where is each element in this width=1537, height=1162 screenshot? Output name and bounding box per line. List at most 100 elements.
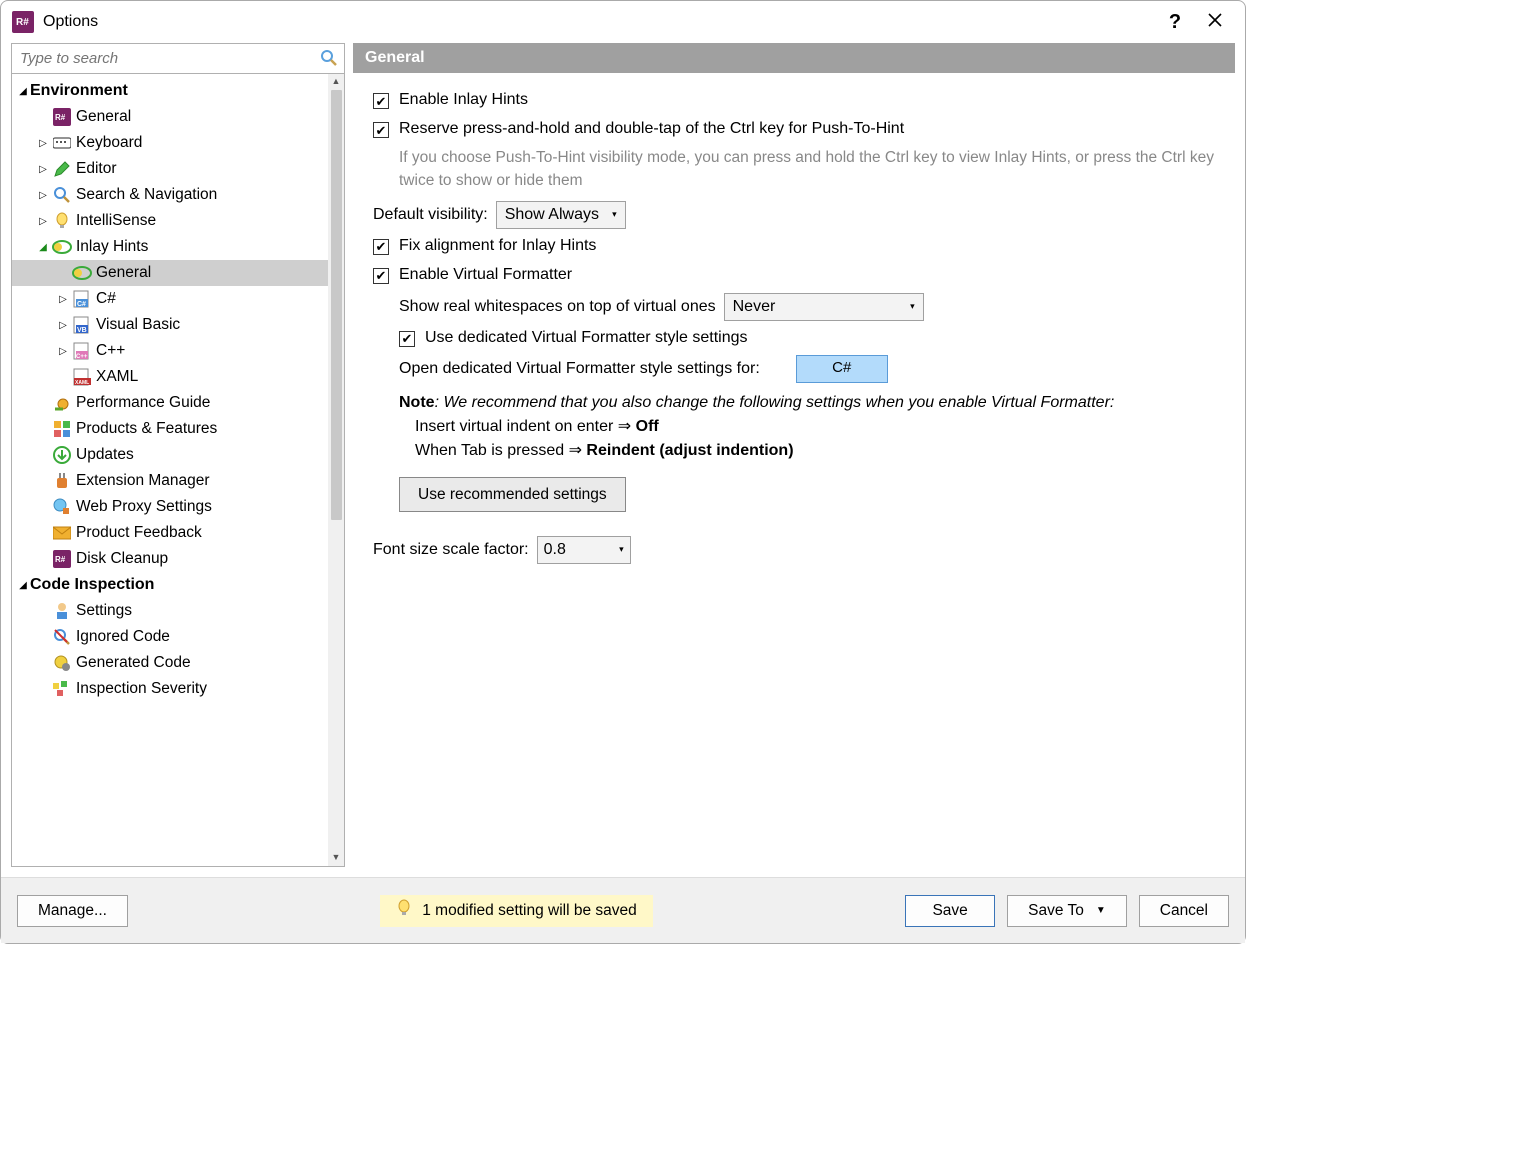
enable-vf-checkbox[interactable]: ✔ [373, 268, 389, 284]
hint-toggle-icon [72, 263, 92, 283]
bulb-icon [396, 899, 412, 922]
hint-toggle-icon [52, 237, 72, 257]
gear-star-icon [52, 653, 72, 673]
svg-text:VB: VB [77, 327, 87, 334]
tree-item-perfguide[interactable]: ▷Performance Guide [12, 390, 328, 416]
reserve-ctrl-checkbox[interactable]: ✔ [373, 122, 389, 138]
save-button[interactable]: Save [905, 895, 995, 927]
globe-plug-icon [52, 497, 72, 517]
cancel-button[interactable]: Cancel [1139, 895, 1229, 927]
open-dedicated-row: Open dedicated Virtual Formatter style s… [399, 355, 1215, 383]
tree-item-updates[interactable]: ▷Updates [12, 442, 328, 468]
chevron-down-icon: ▾ [619, 543, 624, 557]
close-button[interactable] [1195, 13, 1235, 32]
default-visibility-row: Default visibility: Show Always▾ [373, 201, 1215, 229]
tree-item-keyboard[interactable]: ▷Keyboard [12, 130, 328, 156]
note-item-2: When Tab is pressed ⇒ Reindent (adjust i… [415, 439, 1215, 463]
tree-item-editor[interactable]: ▷Editor [12, 156, 328, 182]
note-block: Note: We recommend that you also change … [399, 391, 1215, 463]
tree-item-vb[interactable]: ▷VBVisual Basic [12, 312, 328, 338]
show-real-ws-select[interactable]: Never▾ [724, 293, 924, 321]
tree-panel: ◢Environment ▷R#General ▷Keyboard ▷Edito… [11, 43, 345, 867]
enable-inlay-label: Enable Inlay Hints [399, 88, 528, 112]
tree-item-csharp[interactable]: ▷C#C# [12, 286, 328, 312]
csharp-file-icon: C# [72, 289, 92, 309]
grid-icon [52, 419, 72, 439]
font-scale-row: Font size scale factor: 0.8▾ [373, 536, 1215, 564]
vb-file-icon: VB [72, 315, 92, 335]
tree-item-inlayhints[interactable]: ◢Inlay Hints [12, 234, 328, 260]
search-box [12, 44, 344, 74]
plugin-icon [52, 471, 72, 491]
use-dedicated-row: ✔ Use dedicated Virtual Formatter style … [399, 326, 1215, 350]
keyboard-icon [52, 133, 72, 153]
svg-text:XAML: XAML [75, 380, 89, 386]
title-bar: R# Options ? [1, 1, 1245, 43]
person-icon [52, 601, 72, 621]
show-real-ws-row: Show real whitespaces on top of virtual … [399, 293, 1215, 321]
tree-item-ci-generated[interactable]: ▷Generated Code [12, 650, 328, 676]
enable-vf-row: ✔ Enable Virtual Formatter [373, 263, 1215, 287]
enable-inlay-checkbox[interactable]: ✔ [373, 93, 389, 109]
tree-item-products[interactable]: ▷Products & Features [12, 416, 328, 442]
snail-icon [52, 393, 72, 413]
use-recommended-button[interactable]: Use recommended settings [399, 477, 626, 512]
note-item-1: Insert virtual indent on enter ⇒ Off [415, 415, 1215, 439]
download-icon [52, 445, 72, 465]
tree-item-cpp[interactable]: ▷C++C++ [12, 338, 328, 364]
font-scale-label: Font size scale factor: [373, 538, 529, 562]
svg-text:C++: C++ [76, 354, 88, 360]
tree-item-ci-settings[interactable]: ▷Settings [12, 598, 328, 624]
fix-alignment-label: Fix alignment for Inlay Hints [399, 234, 596, 258]
tree-item-intellisense[interactable]: ▷IntelliSense [12, 208, 328, 234]
note-text: : We recommend that you also change the … [435, 394, 1115, 411]
severity-icon [52, 679, 72, 699]
tree-item-general[interactable]: ▷R#General [12, 104, 328, 130]
fix-alignment-row: ✔ Fix alignment for Inlay Hints [373, 234, 1215, 258]
tree-item-searchnav[interactable]: ▷Search & Navigation [12, 182, 328, 208]
search-icon [320, 49, 338, 67]
open-csharp-button[interactable]: C# [796, 355, 888, 383]
svg-text:C#: C# [77, 301, 86, 308]
tree-item-ih-general[interactable]: ▷General [12, 260, 328, 286]
svg-text:R#: R# [55, 113, 66, 122]
tree-item-extmgr[interactable]: ▷Extension Manager [12, 468, 328, 494]
scroll-up-icon[interactable]: ▲ [330, 76, 342, 88]
status-text: 1 modified setting will be saved [422, 902, 637, 920]
chevron-down-icon: ▼ [1096, 905, 1106, 916]
status-banner: 1 modified setting will be saved [380, 895, 653, 927]
scrollbar-thumb[interactable] [331, 90, 342, 520]
settings-panel: General ✔ Enable Inlay Hints ✔ Reserve p… [353, 43, 1235, 867]
magnifier-cross-icon [52, 627, 72, 647]
tree-item-feedback[interactable]: ▷Product Feedback [12, 520, 328, 546]
bulb-icon [52, 211, 72, 231]
scroll-down-icon[interactable]: ▼ [330, 852, 342, 864]
open-dedicated-label: Open dedicated Virtual Formatter style s… [399, 357, 760, 381]
tree-item-proxy[interactable]: ▷Web Proxy Settings [12, 494, 328, 520]
panel-header: General [353, 43, 1235, 73]
font-scale-select[interactable]: 0.8▾ [537, 536, 631, 564]
tree-item-ci-ignored[interactable]: ▷Ignored Code [12, 624, 328, 650]
tree-scrollbar[interactable]: ▲ ▼ [328, 74, 344, 866]
tree-section-codeinspection[interactable]: ◢Code Inspection [12, 572, 328, 598]
help-button[interactable]: ? [1155, 11, 1195, 34]
use-dedicated-checkbox[interactable]: ✔ [399, 331, 415, 347]
use-dedicated-label: Use dedicated Virtual Formatter style se… [425, 326, 748, 350]
manage-button[interactable]: Manage... [17, 895, 128, 927]
note-title: Note [399, 394, 435, 411]
save-to-button[interactable]: Save To▼ [1007, 895, 1127, 927]
show-real-ws-label: Show real whitespaces on top of virtual … [399, 295, 716, 319]
default-visibility-select[interactable]: Show Always▾ [496, 201, 626, 229]
search-input[interactable] [12, 44, 344, 73]
fix-alignment-checkbox[interactable]: ✔ [373, 239, 389, 255]
tree-item-ci-severity[interactable]: ▷Inspection Severity [12, 676, 328, 702]
tree-section-environment[interactable]: ◢Environment [12, 78, 328, 104]
enable-inlay-row: ✔ Enable Inlay Hints [373, 88, 1215, 112]
footer-bar: Manage... 1 modified setting will be sav… [1, 877, 1245, 943]
tree-item-xaml[interactable]: ▷XAMLXAML [12, 364, 328, 390]
reserve-ctrl-label: Reserve press-and-hold and double-tap of… [399, 117, 904, 141]
chevron-down-icon: ▾ [910, 300, 915, 314]
options-tree[interactable]: ◢Environment ▷R#General ▷Keyboard ▷Edito… [12, 74, 328, 866]
svg-text:R#: R# [55, 555, 66, 564]
tree-item-diskclean[interactable]: ▷R#Disk Cleanup [12, 546, 328, 572]
